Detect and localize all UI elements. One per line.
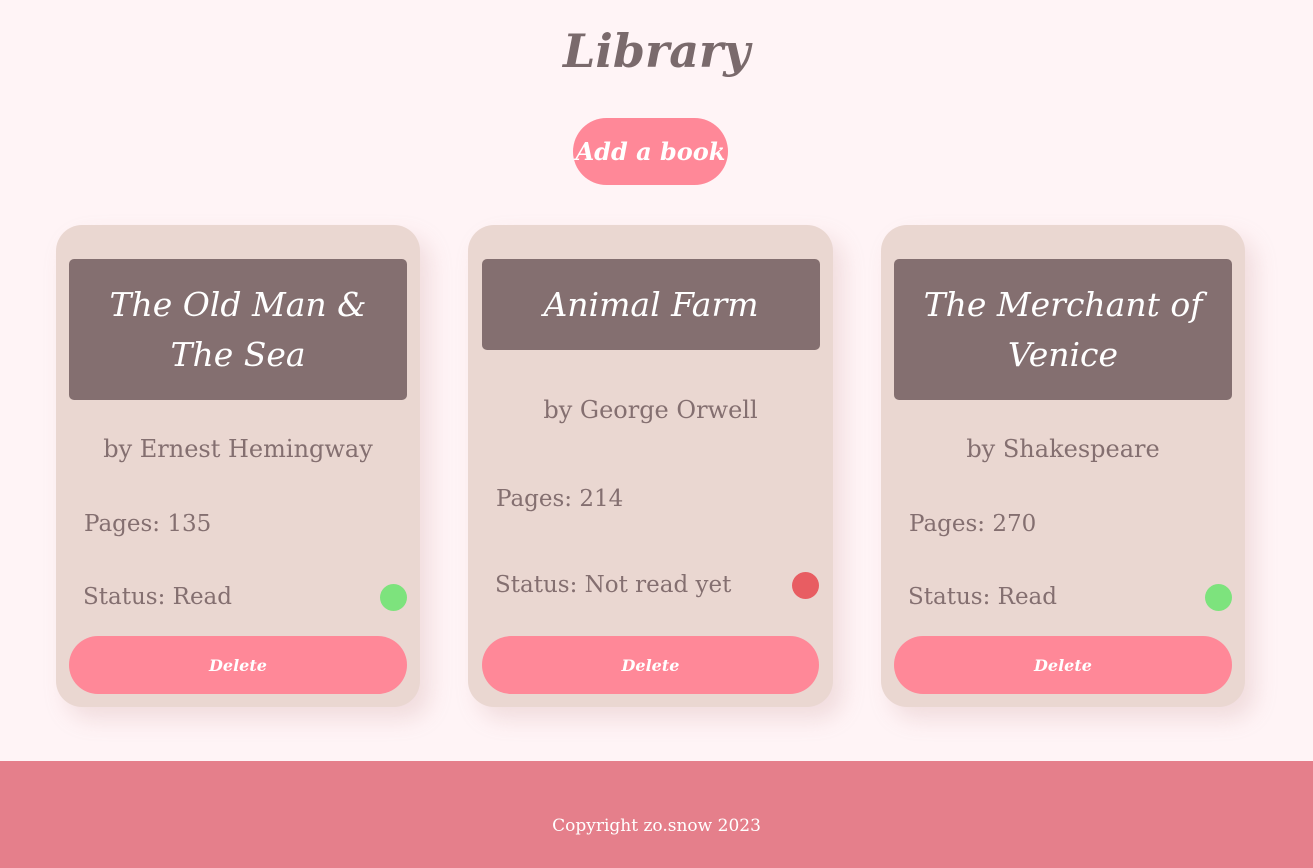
book-title: The Merchant of Venice bbox=[894, 259, 1232, 400]
book-title: Animal Farm bbox=[482, 259, 820, 350]
book-card: The Merchant of Venice by Shakespeare Pa… bbox=[881, 225, 1245, 707]
book-card: The Old Man & The Sea by Ernest Hemingwa… bbox=[56, 225, 420, 707]
delete-button[interactable]: Delete bbox=[894, 636, 1232, 694]
delete-button[interactable]: Delete bbox=[482, 636, 819, 694]
book-status: Status: Not read yet bbox=[495, 572, 732, 598]
status-toggle-not-read[interactable] bbox=[792, 572, 819, 599]
footer: Copyright zo.snow 2023 bbox=[0, 761, 1313, 868]
book-card: Animal Farm by George Orwell Pages: 214 … bbox=[468, 225, 833, 707]
book-author: by Shakespeare bbox=[966, 435, 1160, 463]
delete-button[interactable]: Delete bbox=[69, 636, 407, 694]
book-author: by Ernest Hemingway bbox=[103, 435, 373, 463]
book-title: The Old Man & The Sea bbox=[69, 259, 407, 400]
page-title: Library bbox=[563, 24, 750, 78]
footer-copyright: Copyright zo.snow 2023 bbox=[552, 816, 761, 836]
book-pages: Pages: 214 bbox=[496, 486, 624, 512]
add-book-button[interactable]: Add a book bbox=[573, 118, 728, 185]
book-pages: Pages: 270 bbox=[909, 511, 1037, 537]
book-author: by George Orwell bbox=[543, 396, 758, 424]
book-status: Status: Read bbox=[908, 584, 1057, 610]
status-toggle-read[interactable] bbox=[1205, 584, 1232, 611]
book-status: Status: Read bbox=[83, 584, 232, 610]
book-pages: Pages: 135 bbox=[84, 511, 212, 537]
status-toggle-read[interactable] bbox=[380, 584, 407, 611]
